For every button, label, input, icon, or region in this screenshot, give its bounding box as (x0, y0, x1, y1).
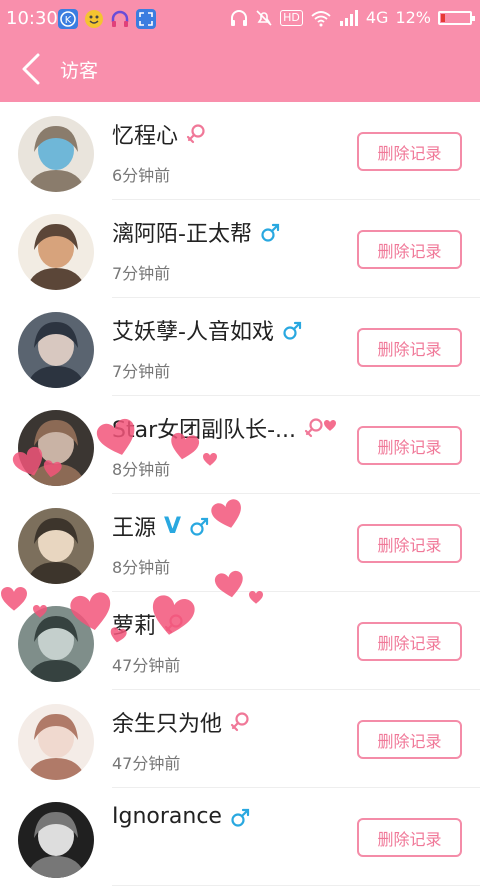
avatar[interactable] (18, 802, 94, 878)
k-app-icon: K (58, 9, 78, 29)
hd-badge: HD (280, 9, 303, 26)
male-icon (190, 517, 209, 536)
game-face-icon (84, 9, 104, 29)
visit-time: 8分钟前 (112, 558, 171, 577)
visitor-name[interactable]: Star女团副队长-... (112, 412, 296, 444)
avatar[interactable] (18, 606, 94, 682)
back-arrow-icon[interactable] (18, 52, 48, 86)
visitor-name[interactable]: 艾妖孽-人音如戏 (112, 314, 274, 346)
delete-record-button[interactable]: 删除记录 (357, 426, 462, 465)
app-bar: 访客 (0, 38, 480, 102)
delete-record-button[interactable]: 删除记录 (357, 328, 462, 367)
delete-record-button[interactable]: 删除记录 (357, 818, 462, 857)
avatar[interactable] (18, 312, 94, 388)
headset-icon (110, 9, 130, 29)
scan-icon (136, 9, 156, 29)
headphones-icon (231, 9, 248, 26)
name-line: 忆程心 (112, 118, 206, 150)
name-line: Star女团副队长-... (112, 412, 324, 444)
status-time: 10:30 (6, 8, 58, 29)
visit-time: 47分钟前 (112, 754, 181, 773)
visit-time: 47分钟前 (112, 656, 181, 675)
visitor-list: 忆程心 6分钟前 删除记录 漓阿陌-正太帮 7分钟前 删除记录 艾妖孽-人音如戏 7分钟前 删除… (0, 102, 480, 886)
delete-record-button[interactable]: 删除记录 (357, 622, 462, 661)
female-icon (304, 418, 323, 438)
name-line: 漓阿陌-正太帮 (112, 216, 280, 248)
svg-text:K: K (65, 15, 72, 26)
avatar[interactable] (18, 704, 94, 780)
visitor-row[interactable]: 余生只为他 47分钟前 删除记录 (0, 690, 480, 788)
visitor-name[interactable]: 萝莉 (112, 608, 156, 640)
visitor-name[interactable]: 余生只为他 (112, 706, 222, 738)
visitor-row[interactable]: 萝莉 47分钟前 删除记录 (0, 592, 480, 690)
male-icon (283, 321, 302, 340)
visitor-name[interactable]: Ignorance (112, 804, 222, 829)
avatar[interactable] (18, 116, 94, 192)
male-icon (231, 808, 250, 827)
visitor-row[interactable]: 漓阿陌-正太帮 7分钟前 删除记录 (0, 200, 480, 298)
battery-icon (438, 10, 475, 25)
visitor-row[interactable]: Ignorance 删除记录 (0, 788, 480, 886)
delete-record-button[interactable]: 删除记录 (357, 720, 462, 759)
delete-record-button[interactable]: 删除记录 (357, 524, 462, 563)
name-line: 余生只为他 (112, 706, 250, 738)
status-right-group: HD 4G 12% (230, 8, 475, 27)
visit-time: 6分钟前 (112, 166, 171, 185)
female-icon (164, 614, 183, 634)
name-line: 王源 V (112, 510, 209, 542)
visit-time: 7分钟前 (112, 362, 171, 381)
visitor-name[interactable]: 王源 (112, 510, 156, 542)
battery-fill (441, 13, 445, 22)
visit-time: 7分钟前 (112, 264, 171, 283)
female-icon (230, 712, 249, 732)
signal-icon (339, 9, 358, 26)
visitor-row[interactable]: 忆程心 6分钟前 删除记录 (0, 102, 480, 200)
delete-record-button[interactable]: 删除记录 (357, 132, 462, 171)
name-line: 艾妖孽-人音如戏 (112, 314, 302, 346)
mute-bell-icon (256, 9, 272, 26)
name-line: Ignorance (112, 804, 250, 829)
visitor-row[interactable]: Star女团副队长-... 8分钟前 删除记录 (0, 396, 480, 494)
status-bar: 10:30 K HD 4G 12% (0, 0, 480, 38)
visitor-name[interactable]: 漓阿陌-正太帮 (112, 216, 252, 248)
avatar[interactable] (18, 410, 94, 486)
avatar[interactable] (18, 508, 94, 584)
avatar[interactable] (18, 214, 94, 290)
female-icon (186, 124, 205, 144)
visitor-row[interactable]: 王源 V 8分钟前 删除记录 (0, 494, 480, 592)
male-icon (261, 223, 280, 242)
wifi-icon (311, 10, 331, 26)
visitor-name[interactable]: 忆程心 (112, 118, 178, 150)
delete-record-button[interactable]: 删除记录 (357, 230, 462, 269)
verified-badge: V (164, 513, 182, 539)
visit-time: 8分钟前 (112, 460, 171, 479)
battery-percent: 12% (395, 8, 431, 27)
network-type: 4G (365, 8, 389, 27)
name-line: 萝莉 (112, 608, 184, 640)
visitor-row[interactable]: 艾妖孽-人音如戏 7分钟前 删除记录 (0, 298, 480, 396)
page-title: 访客 (60, 60, 99, 82)
